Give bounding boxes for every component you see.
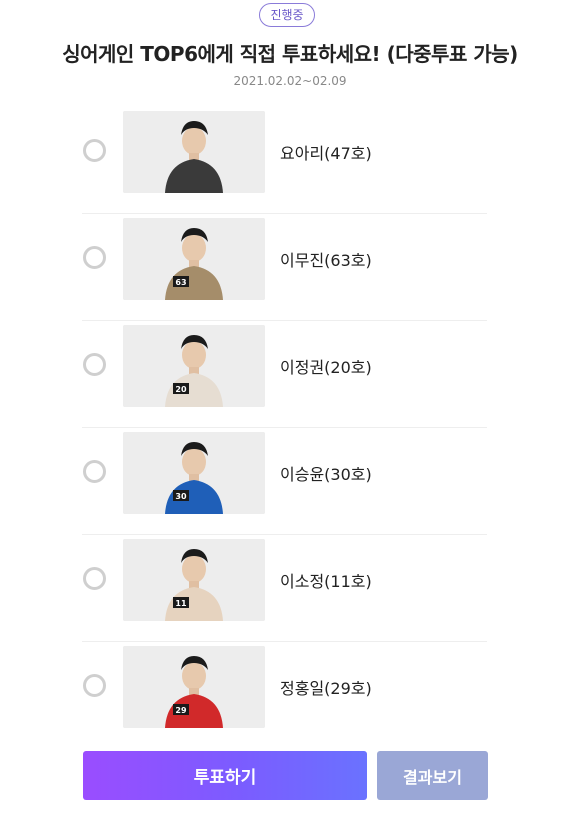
svg-text:30: 30 [175, 492, 187, 501]
poll-option[interactable]: 63 이무진(63호) [82, 214, 487, 321]
poll-option[interactable]: 30 이승윤(30호) [82, 428, 487, 535]
svg-text:20: 20 [175, 385, 187, 394]
poll-option[interactable]: 요아리(47호) [82, 107, 487, 214]
option-label: 이소정(11호) [280, 572, 372, 591]
contestant-photo: 29 [123, 646, 265, 728]
option-radio[interactable] [83, 567, 106, 590]
option-radio[interactable] [83, 460, 106, 483]
status-badge: 진행중 [259, 3, 315, 27]
contestant-photo: 30 [123, 432, 265, 514]
option-label: 이승윤(30호) [280, 465, 372, 484]
svg-text:11: 11 [175, 599, 187, 608]
poll-period: 2021.02.02~02.09 [233, 74, 347, 88]
svg-text:63: 63 [175, 278, 186, 287]
poll-title: 싱어게인 TOP6에게 직접 투표하세요! (다중투표 가능) [62, 42, 518, 66]
poll-option[interactable]: 20 이정권(20호) [82, 321, 487, 428]
option-label: 이무진(63호) [280, 251, 372, 270]
vote-button[interactable]: 투표하기 [83, 751, 367, 800]
poll-option[interactable]: 11 이소정(11호) [82, 535, 487, 642]
option-label: 정홍일(29호) [280, 679, 372, 698]
contestant-photo: 11 [123, 539, 265, 621]
option-radio[interactable] [83, 139, 106, 162]
option-radio[interactable] [83, 246, 106, 269]
option-label: 이정권(20호) [280, 358, 372, 377]
contestant-photo: 63 [123, 218, 265, 300]
option-label: 요아리(47호) [280, 144, 372, 163]
option-radio[interactable] [83, 674, 106, 697]
contestant-photo [123, 111, 265, 193]
poll-option[interactable]: 29 정홍일(29호) [82, 642, 487, 749]
results-button[interactable]: 결과보기 [377, 751, 488, 800]
svg-text:29: 29 [175, 706, 187, 715]
option-radio[interactable] [83, 353, 106, 376]
contestant-photo: 20 [123, 325, 265, 407]
